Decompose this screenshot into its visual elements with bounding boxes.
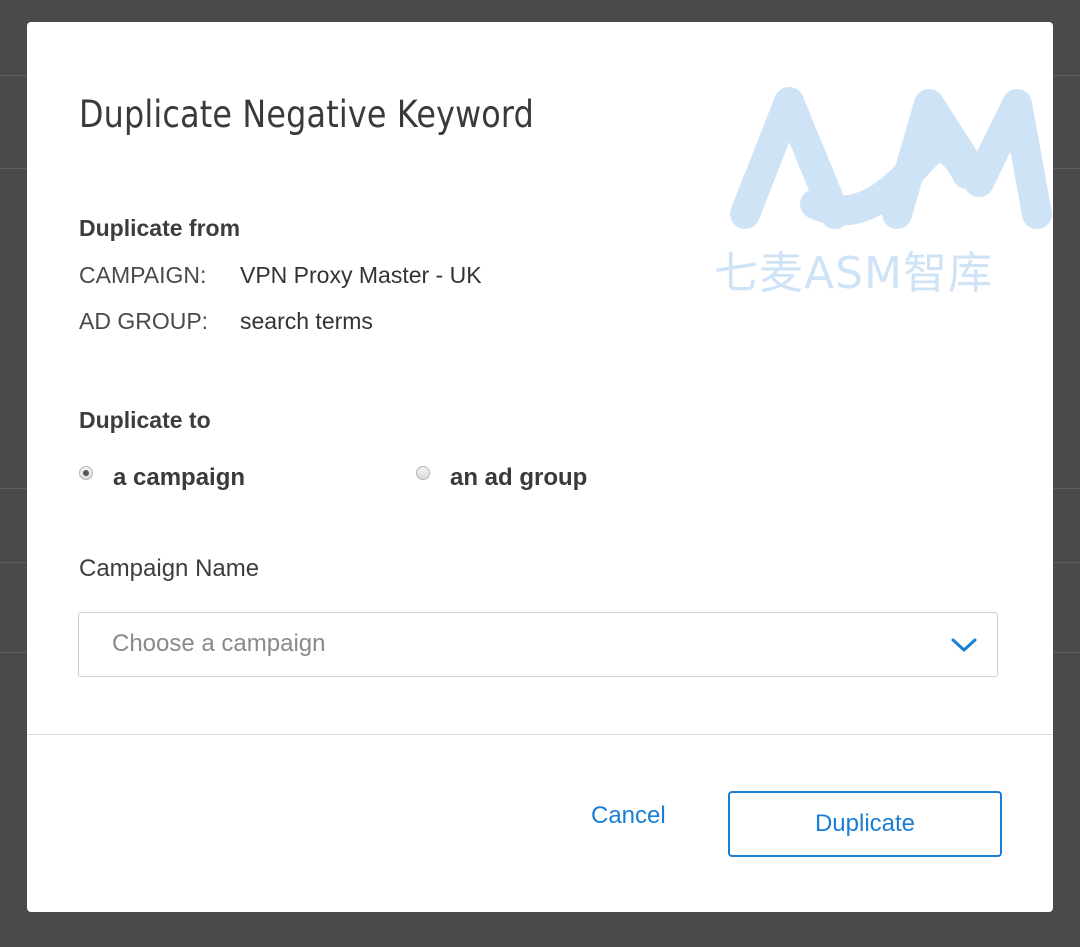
background-divider [1052, 75, 1080, 76]
background-divider [1052, 652, 1080, 653]
background-divider [0, 562, 28, 563]
radio-a-campaign[interactable]: a campaign [79, 464, 245, 492]
watermark-text: 七麦ASM智库 [714, 248, 993, 299]
adgroup-value: search terms [240, 308, 373, 334]
campaign-key: CAMPAIGN: [79, 262, 207, 288]
duplicate-button[interactable]: Duplicate [728, 791, 1002, 857]
background-divider [1052, 562, 1080, 563]
radio-label: an ad group [450, 464, 588, 491]
footer-divider [27, 734, 1053, 735]
select-placeholder: Choose a campaign [112, 630, 326, 657]
chevron-down-icon[interactable] [949, 633, 979, 657]
adgroup-key: AD GROUP: [79, 308, 209, 334]
radio-label: a campaign [113, 464, 246, 491]
radio-icon[interactable] [79, 466, 93, 480]
campaign-select[interactable]: Choose a campaign [78, 612, 998, 677]
duplicate-to-heading: Duplicate to [79, 407, 211, 433]
background-divider [0, 488, 28, 489]
background-divider [0, 652, 28, 653]
cancel-button[interactable]: Cancel [591, 802, 666, 830]
background-divider [1052, 488, 1080, 489]
dialog-title: Duplicate Negative Keyword [79, 93, 535, 136]
background-divider [1052, 168, 1080, 169]
radio-icon[interactable] [416, 466, 430, 480]
duplicate-dialog: Duplicate Negative Keyword Duplicate fro… [27, 22, 1053, 912]
background-divider [0, 75, 28, 76]
background-divider [0, 168, 28, 169]
campaign-value: VPN Proxy Master - UK [240, 262, 482, 288]
campaign-name-label: Campaign Name [79, 555, 260, 582]
radio-an-ad-group[interactable]: an ad group [416, 464, 587, 492]
duplicate-from-heading: Duplicate from [79, 215, 241, 241]
